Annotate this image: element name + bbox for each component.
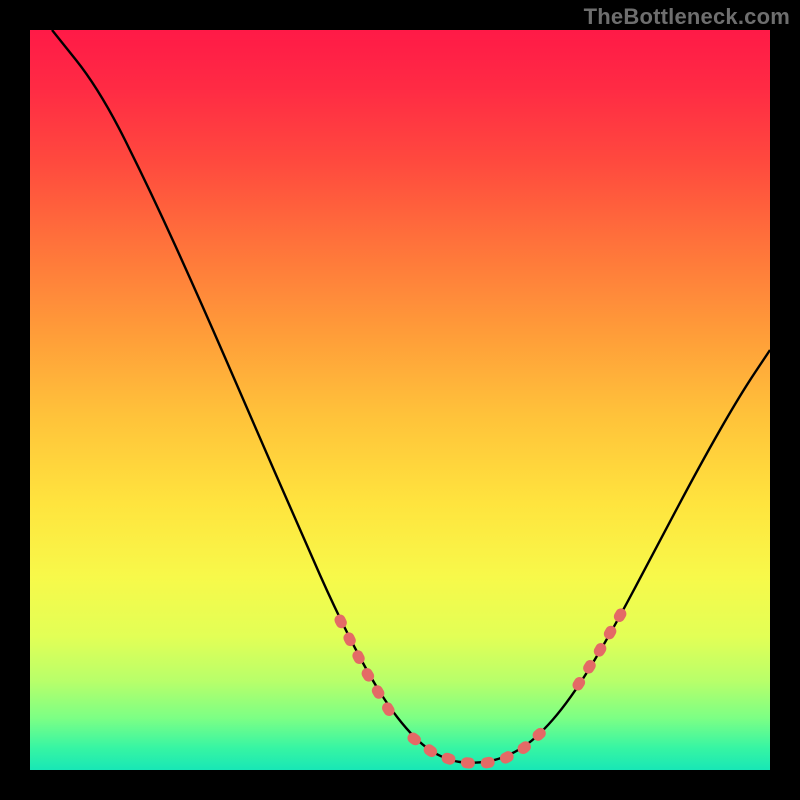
bottleneck-curve bbox=[52, 30, 770, 763]
plot-area bbox=[30, 30, 770, 770]
highlight-segment-1 bbox=[413, 730, 544, 764]
watermark-text: TheBottleneck.com bbox=[584, 4, 790, 30]
chart-container: TheBottleneck.com bbox=[0, 0, 800, 800]
chart-svg bbox=[30, 30, 770, 770]
